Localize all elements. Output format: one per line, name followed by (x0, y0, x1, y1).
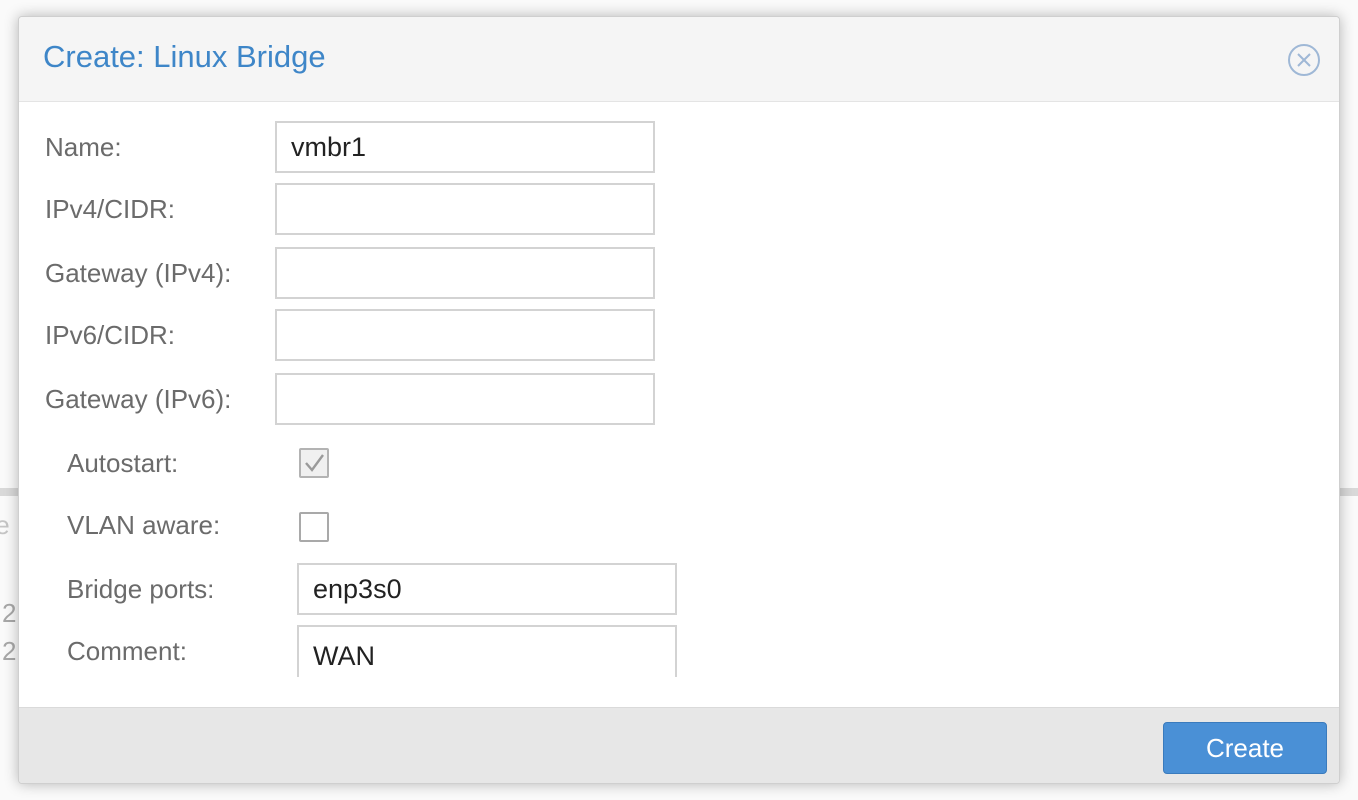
bridge-ports-input[interactable] (297, 563, 677, 615)
autostart-label: Autostart: (67, 448, 179, 478)
name-label: Name: (45, 132, 122, 162)
name-row: Name: (19, 121, 1339, 173)
ipv4-cidr-input[interactable] (275, 183, 655, 235)
autostart-checkbox[interactable] (299, 448, 329, 478)
gateway-ipv4-input[interactable] (275, 247, 655, 299)
ipv4-cidr-row: IPv4/CIDR: (19, 183, 1339, 235)
create-button[interactable]: Create (1163, 722, 1327, 774)
gateway-ipv6-row: Gateway (IPv6): (19, 373, 1339, 425)
gateway-ipv4-label: Gateway (IPv4): (45, 258, 232, 288)
bridge-ports-label: Bridge ports: (67, 574, 215, 604)
close-button[interactable] (1287, 43, 1321, 77)
comment-input[interactable] (297, 625, 677, 677)
gateway-ipv6-input[interactable] (275, 373, 655, 425)
ipv4-cidr-label: IPv4/CIDR: (45, 194, 176, 224)
create-linux-bridge-dialog: Create: Linux Bridge Name: IPv4/CIDR: Ga… (18, 16, 1340, 784)
name-input[interactable] (275, 121, 655, 173)
vlan-aware-row: VLAN aware: (19, 499, 1339, 551)
dialog-footer: Create (19, 707, 1339, 783)
vlan-aware-label: VLAN aware: (67, 510, 221, 540)
dialog-title: Create: Linux Bridge (43, 39, 326, 74)
ipv6-cidr-input[interactable] (275, 309, 655, 361)
comment-row: Comment: (19, 625, 1339, 677)
ipv6-cidr-label: IPv6/CIDR: (45, 320, 176, 350)
gateway-ipv6-label: Gateway (IPv6): (45, 384, 232, 414)
check-icon (305, 454, 324, 472)
bridge-ports-row: Bridge ports: (19, 563, 1339, 615)
comment-label: Comment: (67, 636, 187, 666)
autostart-row: Autostart: (19, 437, 1339, 489)
background-text-fragment: te (0, 510, 10, 540)
ipv6-cidr-row: IPv6/CIDR: (19, 309, 1339, 361)
dialog-header: Create: Linux Bridge (19, 17, 1339, 102)
vlan-aware-checkbox[interactable] (299, 512, 329, 542)
gateway-ipv4-row: Gateway (IPv4): (19, 247, 1339, 299)
close-icon (1288, 44, 1320, 76)
